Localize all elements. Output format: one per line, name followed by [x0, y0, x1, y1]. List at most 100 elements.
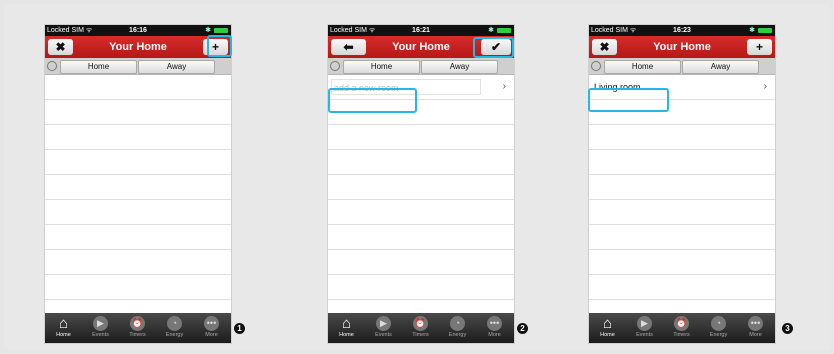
- home-mode-button[interactable]: Home: [604, 60, 681, 74]
- clock-label: 16:16: [129, 27, 147, 34]
- play-icon: ▶: [637, 316, 652, 331]
- tab-timers[interactable]: ⏰ Timers: [663, 313, 700, 343]
- step-marker: 2: [517, 323, 528, 334]
- tab-events[interactable]: ▶ Events: [365, 313, 402, 343]
- tab-label: More: [488, 332, 501, 338]
- mode-segment-bar: Home Away: [328, 58, 514, 75]
- gauge-icon: ◔: [167, 316, 182, 331]
- list-item: [45, 200, 231, 225]
- tab-label: Energy: [165, 332, 184, 338]
- list-item: [328, 175, 514, 200]
- tab-more[interactable]: ••• More: [193, 313, 230, 343]
- settings-tools-button[interactable]: ✖: [592, 39, 617, 55]
- list-item: [45, 125, 231, 150]
- settings-tools-button[interactable]: ✖: [48, 39, 73, 55]
- list-item: [589, 175, 775, 200]
- tab-bar: ⌂ Home ▶ Events ⏰ Timers ◔ Energy ••• More: [589, 313, 775, 343]
- status-bar: Locked SIM ᯤ 16:21 ✱: [328, 25, 514, 36]
- gauge-icon: ◔: [450, 316, 465, 331]
- tab-more[interactable]: ••• More: [476, 313, 513, 343]
- home-mode-button[interactable]: Home: [343, 60, 420, 74]
- alarm-clock-icon: ⏰: [130, 316, 145, 331]
- no-sign-icon[interactable]: [591, 61, 601, 71]
- no-sign-icon[interactable]: [47, 61, 57, 71]
- chevron-right-icon: ›: [763, 81, 767, 92]
- tab-label: Events: [636, 332, 653, 338]
- page-title: Your Home: [392, 41, 450, 53]
- tab-label: Events: [375, 332, 392, 338]
- list-item: [45, 100, 231, 125]
- gauge-icon: ◔: [711, 316, 726, 331]
- tab-events[interactable]: ▶ Events: [82, 313, 119, 343]
- away-mode-button[interactable]: Away: [682, 60, 759, 74]
- list-item: [589, 275, 775, 300]
- list-item: [45, 175, 231, 200]
- home-icon: ⌂: [58, 315, 69, 332]
- mode-segment-bar: Home Away: [45, 58, 231, 75]
- tab-bar: ⌂ Home ▶ Events ⏰ Timers ◔ Energy ••• More: [45, 313, 231, 343]
- away-mode-button[interactable]: Away: [421, 60, 498, 74]
- tab-label: Energy: [448, 332, 467, 338]
- tab-label: Home: [339, 332, 354, 338]
- play-icon: ▶: [376, 316, 391, 331]
- home-mode-button[interactable]: Home: [60, 60, 137, 74]
- list-item: [45, 275, 231, 300]
- page-title: Your Home: [653, 41, 711, 53]
- list-item: [589, 200, 775, 225]
- battery-icon: [497, 28, 511, 33]
- tab-label: Events: [92, 332, 109, 338]
- page-title: Your Home: [109, 41, 167, 53]
- list-item: [589, 250, 775, 275]
- phone-screen-3: Locked SIM ᯤ 16:23 ✱ ✖ Your Home + Home …: [589, 25, 775, 343]
- tab-home[interactable]: ⌂ Home: [45, 313, 82, 343]
- list-item: [45, 225, 231, 250]
- tab-timers[interactable]: ⏰ Timers: [402, 313, 439, 343]
- no-sign-icon[interactable]: [330, 61, 340, 71]
- tab-events[interactable]: ▶ Events: [626, 313, 663, 343]
- list-item: [45, 150, 231, 175]
- more-dots-icon: •••: [487, 316, 502, 331]
- list-item: [589, 125, 775, 150]
- list-item: [589, 225, 775, 250]
- chevron-right-icon: ›: [502, 81, 506, 92]
- play-icon: ▶: [93, 316, 108, 331]
- list-item: [328, 225, 514, 250]
- list-item: [328, 250, 514, 275]
- list-item: [45, 75, 231, 100]
- tab-home[interactable]: ⌂ Home: [589, 313, 626, 343]
- tab-label: Timers: [412, 332, 429, 338]
- status-bar: Locked SIM ᯤ 16:23 ✱: [589, 25, 775, 36]
- nav-header: ✖ Your Home +: [589, 36, 775, 58]
- add-room-button[interactable]: +: [747, 39, 772, 55]
- list-item: [45, 250, 231, 275]
- step-marker: 3: [782, 323, 793, 334]
- tab-timers[interactable]: ⏰ Timers: [119, 313, 156, 343]
- tab-energy[interactable]: ◔ Energy: [700, 313, 737, 343]
- tab-more[interactable]: ••• More: [737, 313, 774, 343]
- bluetooth-icon: ✱: [488, 27, 494, 34]
- clock-label: 16:23: [673, 27, 691, 34]
- tab-bar: ⌂ Home ▶ Events ⏰ Timers ◔ Energy ••• More: [328, 313, 514, 343]
- away-mode-button[interactable]: Away: [138, 60, 215, 74]
- home-icon: ⌂: [602, 315, 613, 332]
- tab-label: Home: [600, 332, 615, 338]
- back-arrow-button[interactable]: ⬅: [331, 39, 366, 55]
- alarm-clock-icon: ⏰: [674, 316, 689, 331]
- list-item: [328, 200, 514, 225]
- highlight-living-room: [588, 88, 669, 112]
- highlight-confirm-button: [473, 37, 514, 58]
- home-icon: ⌂: [341, 315, 352, 332]
- tab-label: Home: [56, 332, 71, 338]
- highlight-add-button: [207, 35, 232, 57]
- alarm-clock-icon: ⏰: [413, 316, 428, 331]
- battery-icon: [214, 28, 228, 33]
- battery-icon: [758, 28, 772, 33]
- more-dots-icon: •••: [748, 316, 763, 331]
- step-marker: 1: [234, 323, 245, 334]
- mode-segment-bar: Home Away: [589, 58, 775, 75]
- phone-screen-2: Locked SIM ᯤ 16:21 ✱ ⬅ Your Home ✔ Home …: [328, 25, 514, 343]
- tab-energy[interactable]: ◔ Energy: [439, 313, 476, 343]
- tab-home[interactable]: ⌂ Home: [328, 313, 365, 343]
- tab-energy[interactable]: ◔ Energy: [156, 313, 193, 343]
- list-item: [328, 125, 514, 150]
